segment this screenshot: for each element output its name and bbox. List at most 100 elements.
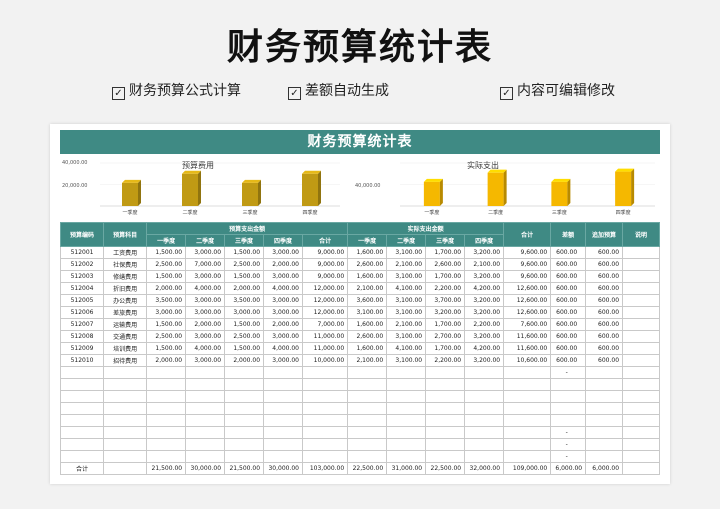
table-cell[interactable]: 7,600.00 (503, 318, 552, 331)
table-cell[interactable] (185, 402, 226, 415)
table-cell[interactable]: 3,000.00 (146, 306, 187, 319)
table-cell[interactable] (503, 402, 552, 415)
table-cell[interactable] (622, 402, 660, 415)
table-cell[interactable]: 3,100.00 (386, 330, 427, 343)
table-cell[interactable]: 11,600.00 (503, 330, 552, 343)
table-cell[interactable]: 3,200.00 (464, 294, 505, 307)
table-cell[interactable] (146, 450, 187, 463)
table-cell[interactable]: 2,000.00 (146, 354, 187, 367)
table-cell[interactable]: 2,100.00 (347, 282, 388, 295)
table-cell[interactable] (224, 378, 265, 391)
table-cell[interactable]: 3,100.00 (347, 306, 388, 319)
table-cell[interactable]: 3,000.00 (263, 354, 303, 367)
table-cell[interactable]: 600.00 (585, 246, 624, 259)
table-cell[interactable]: 运输费用 (103, 318, 148, 331)
table-cell[interactable] (146, 414, 187, 427)
table-cell[interactable] (185, 426, 226, 439)
table-cell[interactable] (103, 438, 148, 451)
table-cell[interactable] (622, 354, 660, 367)
table-cell[interactable] (347, 402, 388, 415)
table-cell[interactable]: 9,000.00 (301, 258, 349, 271)
table-cell[interactable] (464, 426, 505, 439)
table-cell[interactable]: 12,000.00 (301, 294, 349, 307)
table-cell[interactable]: - (550, 366, 587, 379)
table-cell[interactable] (425, 390, 466, 403)
table-cell[interactable] (146, 426, 187, 439)
table-cell[interactable]: 1,600.00 (347, 270, 388, 283)
table-cell[interactable]: 600.00 (550, 318, 587, 331)
table-cell[interactable] (263, 414, 303, 427)
table-cell[interactable]: 2,500.00 (224, 258, 265, 271)
table-cell[interactable]: 4,100.00 (386, 342, 427, 355)
table-cell[interactable] (59, 402, 105, 415)
table-cell[interactable]: 3,200.00 (464, 306, 505, 319)
table-cell[interactable]: 600.00 (550, 294, 587, 307)
table-cell[interactable] (622, 318, 660, 331)
table-cell[interactable] (103, 426, 148, 439)
table-cell[interactable]: 512010 (59, 354, 105, 367)
table-cell[interactable] (622, 378, 660, 391)
table-cell[interactable] (503, 366, 552, 379)
table-cell[interactable] (585, 450, 624, 463)
table-cell[interactable]: 2,100.00 (386, 318, 427, 331)
table-cell[interactable] (622, 414, 660, 427)
table-cell[interactable] (464, 390, 505, 403)
table-cell[interactable] (622, 246, 660, 259)
table-cell[interactable] (550, 414, 587, 427)
table-cell[interactable] (263, 378, 303, 391)
table-cell[interactable] (425, 438, 466, 451)
table-cell[interactable] (59, 438, 105, 451)
table-cell[interactable]: 1,700.00 (425, 342, 466, 355)
table-cell[interactable] (224, 450, 265, 463)
table-cell[interactable]: 4,200.00 (464, 342, 505, 355)
table-cell[interactable] (503, 414, 552, 427)
table-cell[interactable] (347, 414, 388, 427)
table-cell[interactable] (622, 450, 660, 463)
table-cell[interactable]: 3,000.00 (263, 330, 303, 343)
table-cell[interactable]: 3,100.00 (386, 306, 427, 319)
table-cell[interactable] (464, 366, 505, 379)
table-cell[interactable]: 600.00 (550, 354, 587, 367)
table-cell[interactable] (386, 426, 427, 439)
table-cell[interactable] (59, 378, 105, 391)
table-cell[interactable] (301, 438, 349, 451)
table-cell[interactable]: 600.00 (550, 270, 587, 283)
table-cell[interactable] (347, 426, 388, 439)
table-cell[interactable] (585, 366, 624, 379)
table-cell[interactable]: 3,700.00 (425, 294, 466, 307)
table-cell[interactable]: 12,600.00 (503, 306, 552, 319)
table-cell[interactable] (386, 450, 427, 463)
table-cell[interactable]: 9,600.00 (503, 246, 552, 259)
table-cell[interactable] (464, 414, 505, 427)
table-cell[interactable] (263, 390, 303, 403)
table-cell[interactable] (263, 450, 303, 463)
table-cell[interactable]: 4,200.00 (464, 282, 505, 295)
table-cell[interactable]: 培训费用 (103, 342, 148, 355)
table-cell[interactable] (425, 426, 466, 439)
table-cell[interactable] (503, 390, 552, 403)
table-cell[interactable] (347, 390, 388, 403)
table-cell[interactable] (301, 366, 349, 379)
table-cell[interactable] (585, 378, 624, 391)
table-cell[interactable] (59, 390, 105, 403)
table-cell[interactable]: 9,600.00 (503, 258, 552, 271)
table-cell[interactable] (146, 402, 187, 415)
table-cell[interactable]: 3,500.00 (146, 294, 187, 307)
table-cell[interactable]: 600.00 (585, 258, 624, 271)
table-cell[interactable]: 3,000.00 (185, 354, 226, 367)
table-cell[interactable] (503, 438, 552, 451)
table-cell[interactable] (301, 402, 349, 415)
table-cell[interactable] (585, 414, 624, 427)
table-cell[interactable] (622, 270, 660, 283)
table-cell[interactable]: 7,000.00 (185, 258, 226, 271)
table-cell[interactable] (263, 366, 303, 379)
table-cell[interactable]: 1,600.00 (347, 246, 388, 259)
table-cell[interactable]: 11,000.00 (301, 342, 349, 355)
table-cell[interactable]: 3,000.00 (185, 306, 226, 319)
table-cell[interactable]: 600.00 (550, 330, 587, 343)
table-cell[interactable]: 2,100.00 (464, 258, 505, 271)
table-cell[interactable]: 3,200.00 (464, 246, 505, 259)
table-cell[interactable]: 1,500.00 (146, 342, 187, 355)
table-cell[interactable] (386, 366, 427, 379)
table-cell[interactable]: 12,000.00 (301, 306, 349, 319)
